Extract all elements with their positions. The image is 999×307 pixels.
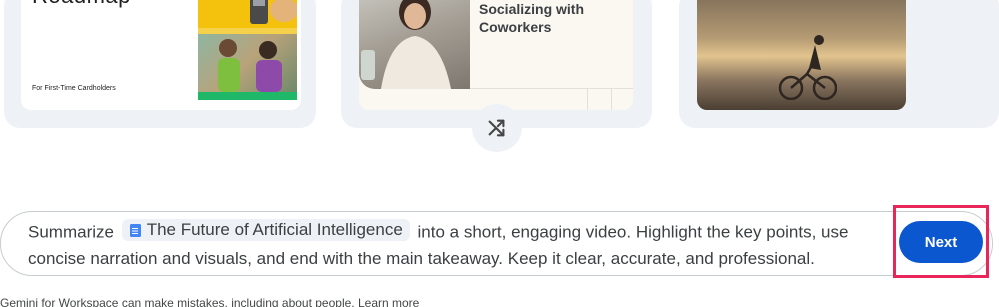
template-card-cyclist[interactable] [679, 0, 999, 128]
card-subtitle: For First-Time Cardholders [32, 85, 116, 92]
template-card-roadmap[interactable]: Roadmap For First-Time Cardholders [4, 0, 316, 128]
card-people-photo [198, 34, 297, 92]
prompt-input[interactable]: Summarize The Future of Artificial Intel… [0, 211, 993, 276]
learn-more-link[interactable]: Learn more [358, 296, 419, 307]
card-thumbnail: Socializing with Coworkers [359, 0, 633, 110]
card-title: Roadmap [32, 0, 131, 9]
prompt-text: Summarize The Future of Artificial Intel… [28, 219, 878, 272]
card-thumbnail: Roadmap For First-Time Cardholders [21, 0, 301, 110]
card-woman-photo [359, 0, 470, 89]
shuffle-icon [488, 119, 505, 137]
card-yellow-image [198, 0, 298, 28]
card-terminal-illustration [250, 0, 298, 24]
document-chip-label: The Future of Artificial Intelligence [146, 220, 403, 239]
card-cyclist-photo [697, 0, 906, 110]
cyclist-silhouette [778, 35, 837, 100]
disclaimer: Gemini for Workspace can make mistakes, … [0, 296, 419, 307]
shuffle-button[interactable] [472, 104, 522, 152]
google-docs-icon [129, 223, 141, 237]
next-button[interactable]: Next [899, 221, 983, 263]
document-chip[interactable]: The Future of Artificial Intelligence [121, 219, 410, 241]
card-title: Socializing with Coworkers [479, 1, 585, 35]
